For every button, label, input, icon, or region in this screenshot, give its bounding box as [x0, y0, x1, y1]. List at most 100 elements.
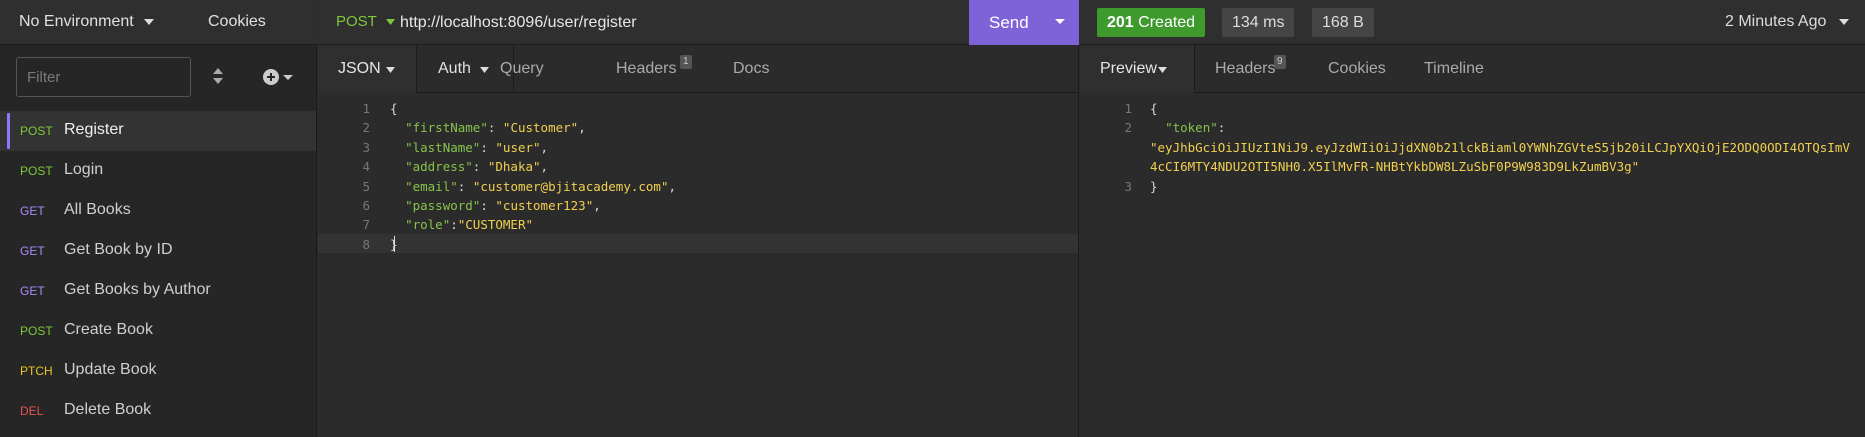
json-key: "role" [405, 217, 451, 233]
tab-headers[interactable]: Headers 1 [616, 45, 706, 93]
json-punct: { [390, 101, 398, 116]
tab-timeline[interactable]: Timeline [1424, 45, 1494, 93]
text-cursor [394, 236, 395, 252]
tab-body-label: JSON [338, 60, 381, 77]
json-punct [390, 198, 405, 213]
tab-response-headers[interactable]: Headers 9 [1215, 45, 1305, 93]
status-badge: 201 Created [1097, 8, 1206, 37]
sidebar-item-request[interactable]: POST Login [0, 151, 316, 191]
code-line: { [390, 101, 398, 116]
send-button[interactable]: Send [969, 0, 1079, 45]
request-name: Delete Book [64, 401, 152, 418]
line-number: 2 [362, 120, 370, 136]
tab-query-label: Query [500, 60, 544, 77]
sidebar-item-request[interactable]: POST Create Book [0, 311, 316, 351]
sidebar-item-request[interactable]: PTCH Update Book [0, 351, 316, 391]
response-headers-count-badge: 9 [1274, 55, 1286, 69]
history-dropdown[interactable]: 2 Minutes Ago [1725, 13, 1849, 31]
code-line: "firstName": "Customer", [390, 120, 586, 135]
json-punct [390, 120, 405, 135]
code-line: "lastName": "user", [390, 140, 548, 155]
send-label: Send [989, 13, 1029, 32]
tab-response-cookies-label: Cookies [1328, 60, 1386, 77]
chevron-down-icon [480, 67, 489, 73]
json-string: "Customer" [502, 120, 579, 136]
sort-icon[interactable] [211, 66, 227, 88]
code-line: } [1150, 179, 1158, 194]
method-tag: POST [20, 164, 53, 178]
tab-timeline-label: Timeline [1424, 60, 1484, 77]
method-dropdown[interactable]: POST [336, 13, 395, 30]
chevron-down-icon [1158, 67, 1167, 73]
cookies-button[interactable]: Cookies [208, 13, 266, 31]
json-punct: , [540, 139, 549, 155]
tab-docs-label: Docs [733, 60, 770, 77]
request-name: Register [64, 121, 124, 138]
response-size-badge: 168 B [1312, 8, 1374, 37]
line-number: 3 [362, 139, 370, 155]
line-number: 4 [362, 159, 370, 175]
json-string: "CUSTOMER" [457, 217, 534, 233]
json-key: "token" [1165, 120, 1218, 136]
json-punct: , [593, 198, 601, 213]
environment-label: No Environment [19, 13, 134, 30]
method-label: POST [336, 13, 377, 30]
line-number: 2 [1124, 120, 1132, 136]
json-key: "address" [405, 159, 473, 175]
tab-headers-label: Headers [616, 60, 677, 77]
filter-field[interactable] [16, 57, 191, 97]
tab-docs[interactable]: Docs [733, 45, 783, 93]
json-punct: : [1217, 120, 1226, 136]
add-request-button[interactable] [262, 66, 296, 88]
json-punct [1150, 120, 1165, 135]
chevron-down-icon [144, 18, 155, 25]
json-punct: : [457, 178, 473, 194]
json-punct: , [540, 159, 549, 175]
request-name: Update Book [64, 361, 157, 378]
code-line: "password": "customer123", [390, 198, 601, 213]
active-line-highlight [318, 234, 1078, 253]
time-ago-label: 2 Minutes Ago [1725, 13, 1827, 30]
sidebar-item-request[interactable]: POST Register [0, 111, 316, 151]
request-name: Get Books by Author [64, 281, 211, 298]
filter-input[interactable] [17, 58, 190, 96]
method-tag: POST [20, 124, 53, 138]
sidebar-item-request[interactable]: GET All Books [0, 191, 316, 231]
sidebar-item-request[interactable]: GET Get Books by Author [0, 271, 316, 311]
chevron-down-icon [1838, 18, 1849, 25]
request-name: All Books [64, 201, 131, 218]
method-tag: DEL [20, 404, 44, 418]
json-punct: : [480, 139, 496, 155]
code-line: "token": [1150, 120, 1225, 135]
line-number: 7 [362, 217, 370, 233]
environment-dropdown[interactable]: No Environment [19, 13, 155, 31]
tab-response-headers-label: Headers [1215, 60, 1276, 77]
tab-body[interactable]: JSON [318, 45, 417, 93]
json-punct: } [1150, 178, 1158, 194]
tab-response-cookies[interactable]: Cookies [1328, 45, 1398, 93]
method-tag: PTCH [20, 364, 53, 378]
method-tag: GET [20, 204, 45, 218]
json-string: "eyJhbGciOiJIUzI1NiJ9.eyJzdWIiOiJjdXN0b2… [1150, 139, 1850, 155]
sidebar-item-request[interactable]: GET Get Book by ID [0, 231, 316, 271]
code-line: 4cCI6MTY4NDU2OTI5NH0.X5IlMvFR-NHBtYkbDW8… [1150, 159, 1639, 174]
json-string: "customer123" [495, 198, 594, 213]
json-punct [390, 217, 405, 232]
line-number: 3 [1124, 178, 1132, 194]
json-key: "lastName" [405, 139, 481, 155]
response-time-badge: 134 ms [1222, 8, 1295, 37]
chevron-down-icon[interactable] [1053, 14, 1073, 30]
tab-preview[interactable]: Preview [1080, 45, 1195, 93]
sidebar-item-request[interactable]: DEL Delete Book [0, 391, 316, 431]
status-code: 201 [1107, 14, 1134, 31]
line-number: 5 [362, 178, 370, 194]
tab-query[interactable]: Query [500, 45, 560, 93]
json-punct [390, 140, 405, 155]
json-string: "customer@bjitacademy.com" [472, 178, 669, 194]
json-punct: : [472, 159, 488, 175]
line-number: 8 [362, 236, 370, 252]
json-punct: : [450, 217, 458, 233]
url-input[interactable] [398, 11, 962, 35]
json-punct [390, 179, 405, 194]
tab-auth-label: Auth [438, 60, 471, 77]
